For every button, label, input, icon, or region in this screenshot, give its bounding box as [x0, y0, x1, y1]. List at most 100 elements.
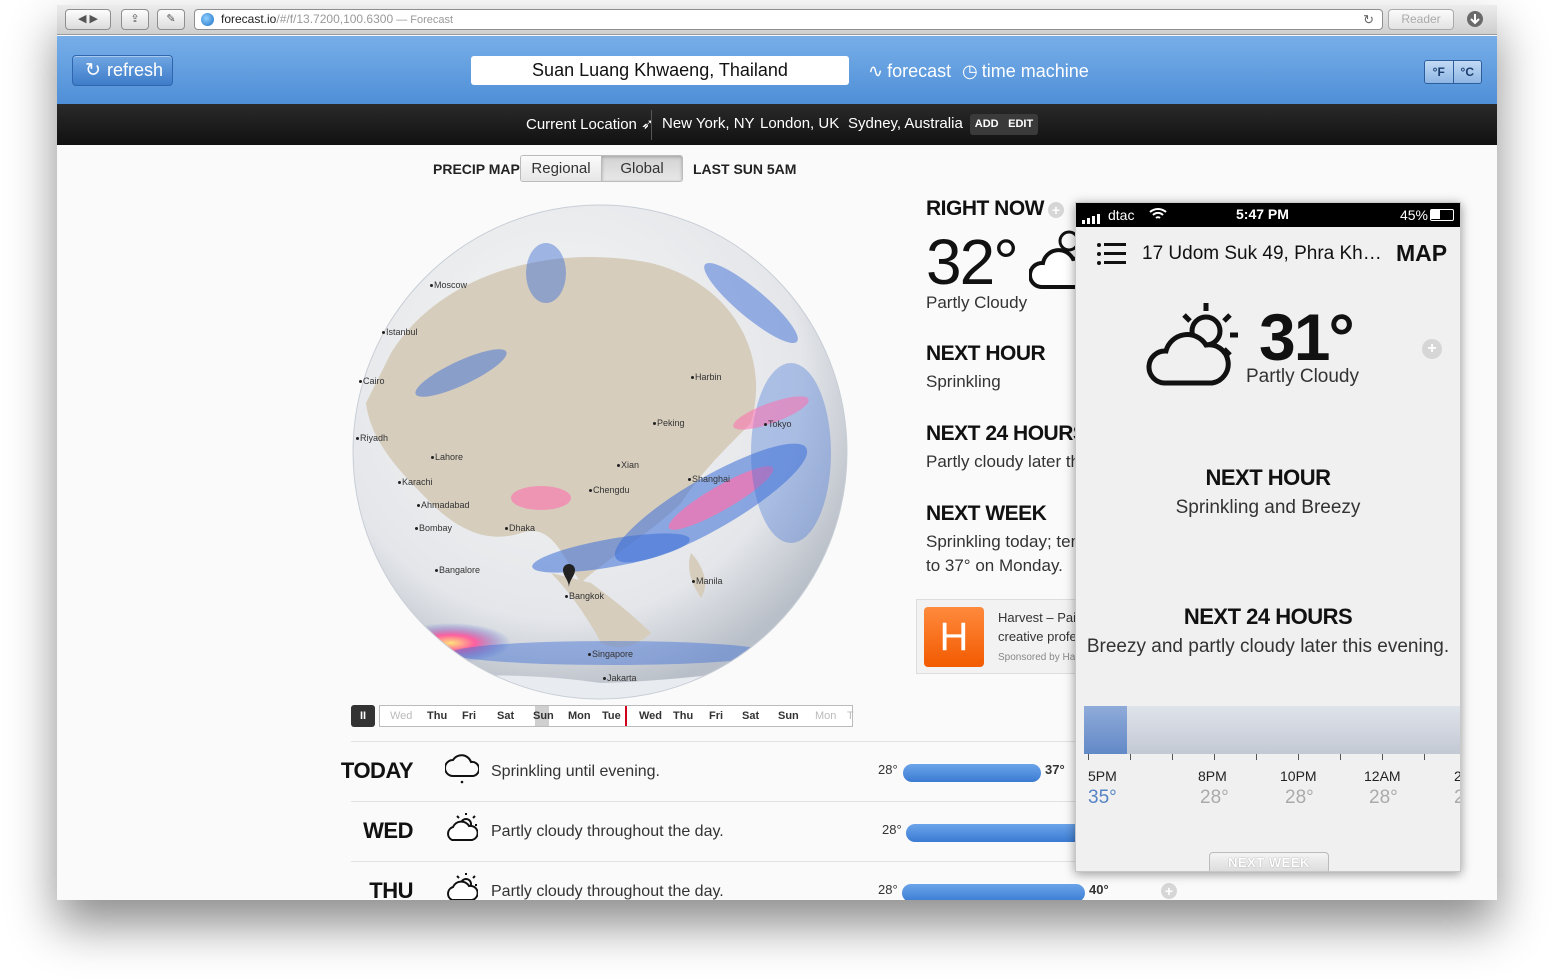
next-24-title: NEXT 24 HOURS [926, 422, 1087, 445]
next-week-button[interactable]: NEXT WEEK [1209, 852, 1329, 871]
city-label: Dhaka [505, 523, 535, 533]
timeline-day[interactable]: Mon [568, 710, 591, 722]
hour-label: 10PM [1280, 768, 1317, 784]
timeline-day[interactable]: Thu [427, 710, 447, 722]
timeline-day[interactable]: Fri [709, 710, 723, 722]
row-low: 28° [878, 882, 898, 897]
daily-row[interactable]: THU Partly cloudy throughout the day. 28… [351, 861, 1177, 900]
partly-cloudy-icon [444, 872, 479, 900]
phone-map-button[interactable]: MAP [1396, 240, 1447, 267]
forecast-link[interactable]: ∿ forecast [868, 61, 951, 82]
timeline-day[interactable]: Sat [497, 710, 514, 722]
fahrenheit-button[interactable]: °F [1425, 61, 1453, 83]
daily-row[interactable]: WED Partly cloudy throughout the day. 28… [351, 801, 1131, 861]
current-summary: Partly Cloudy [926, 293, 1028, 312]
menu-icon[interactable] [1096, 241, 1126, 272]
phone-temp: 31° [1259, 300, 1355, 374]
timeline-day[interactable]: Mon [815, 710, 836, 722]
celsius-button[interactable]: °C [1452, 61, 1481, 83]
hour-temp: 28° [1200, 787, 1229, 808]
ad-line-2: creative profe [998, 629, 1077, 644]
phone-next-hour-title: NEXT HOUR [1205, 465, 1331, 490]
timeline-now-marker [625, 706, 627, 726]
page-title: — Forecast [393, 14, 454, 26]
globe-graphic [352, 204, 848, 700]
row-high: 37° [1045, 762, 1065, 777]
hour-temp: 28° [1285, 787, 1314, 808]
phone-next-24-title: NEXT 24 HOURS [1183, 604, 1353, 629]
tab-global[interactable]: Global [601, 156, 682, 181]
sponsor-ad[interactable]: H Harvest – Pain creative profe Sponsore… [916, 599, 1086, 674]
next-hour-summary: Sprinkling [926, 372, 1001, 391]
daily-row[interactable]: TODAY Sprinkling until evening. 28° 37° [341, 741, 1131, 801]
precip-map-title: PRECIP MAP [433, 161, 520, 177]
divider [651, 110, 652, 140]
plus-icon[interactable]: + [1048, 202, 1064, 218]
reload-icon[interactable]: ↻ [1363, 10, 1374, 29]
hourly-band[interactable] [1084, 706, 1460, 754]
next-hour-title: NEXT HOUR [926, 342, 1046, 365]
map-timeline[interactable]: Wed Thu Fri Sat Sun Mon Tue Wed Thu Fri … [379, 705, 854, 727]
downloads-icon[interactable] [1462, 9, 1488, 30]
next-week-title: NEXT WEEK [926, 502, 1047, 525]
row-summary: Partly cloudy throughout the day. [491, 883, 724, 900]
ad-line-1: Harvest – Pain [998, 610, 1084, 625]
city-label: Ahmadabad [417, 500, 470, 510]
address-bar[interactable]: forecast.io/#/f/13.7200,100.6300 — Forec… [194, 9, 1383, 30]
timeline-day[interactable]: Tue [602, 710, 621, 722]
plus-icon[interactable]: + [1422, 339, 1442, 359]
timeline-day[interactable]: Sat [742, 710, 759, 722]
hour-temp: 2 [1454, 787, 1460, 809]
add-edit-group: ADD EDIT [970, 114, 1038, 135]
partly-cloudy-icon [1028, 227, 1093, 291]
location-new-york[interactable]: New York, NY [662, 115, 755, 132]
timeline-day[interactable]: Sun [778, 710, 799, 722]
hour-tick [1382, 754, 1383, 760]
hour-label: 2 [1454, 768, 1460, 784]
battery-percent: 45% [1399, 207, 1428, 223]
location-sydney[interactable]: Sydney, Australia [848, 115, 963, 132]
partly-cloudy-icon [1146, 295, 1246, 387]
carrier-label: dtac [1108, 207, 1135, 223]
timeline-day[interactable]: Sun [533, 710, 554, 722]
plus-icon[interactable]: + [1161, 883, 1177, 899]
add-location-button[interactable]: ADD [975, 114, 999, 135]
phone-location[interactable]: 17 Udom Suk 49, Phra Khano... [1142, 243, 1388, 265]
pulse-icon: ∿ [868, 61, 884, 81]
city-label: Singapore [588, 649, 633, 659]
city-label: Karachi [398, 477, 433, 487]
next-24-summary: Partly cloudy later this [926, 452, 1093, 471]
wifi-icon [1148, 206, 1168, 225]
city-label: Bangkok [565, 591, 604, 601]
pause-button[interactable]: II [351, 705, 375, 727]
timeline-day[interactable]: Fri [462, 710, 476, 722]
city-label: Tokyo [764, 419, 792, 429]
hour-tick [1172, 754, 1173, 760]
back-forward-buttons[interactable]: ◀ ▶ [65, 9, 111, 30]
tab-regional[interactable]: Regional [521, 156, 601, 181]
timeline-day[interactable]: Thu [673, 710, 693, 722]
refresh-button[interactable]: ↻ refresh [72, 55, 173, 86]
phone-next-24-summary: Breezy and partly cloudy later this even… [1086, 636, 1450, 657]
harvest-logo: H [924, 607, 984, 667]
timeline-day[interactable]: T [847, 710, 854, 722]
timeline-day[interactable]: Wed [639, 710, 662, 722]
battery-icon [1430, 209, 1454, 221]
browser-toolbar: ◀ ▶ ⇪ ✎ forecast.io/#/f/13.7200,100.6300… [57, 5, 1497, 35]
partly-cloudy-icon [444, 812, 479, 846]
hour-temp: 35° [1088, 787, 1117, 808]
location-input[interactable] [471, 56, 849, 85]
edit-locations-button[interactable]: EDIT [1008, 114, 1033, 135]
timeline-day[interactable]: Wed [390, 710, 412, 722]
wrench-icon[interactable]: ✎ [157, 9, 185, 30]
city-label: Lahore [431, 452, 463, 462]
time-machine-link[interactable]: ◷ time machine [962, 61, 1089, 82]
share-icon[interactable]: ⇪ [121, 9, 149, 30]
reader-button[interactable]: Reader [1388, 9, 1454, 30]
location-london[interactable]: London, UK [760, 115, 839, 132]
precip-globe[interactable]: Moscow Istanbul Cairo Riyadh Lahore Kara… [351, 203, 849, 701]
city-label: Moscow [430, 280, 467, 290]
current-location-link[interactable]: Current Location ➶ [526, 115, 654, 133]
hour-tick [1424, 754, 1425, 760]
row-day: THU [369, 878, 413, 900]
